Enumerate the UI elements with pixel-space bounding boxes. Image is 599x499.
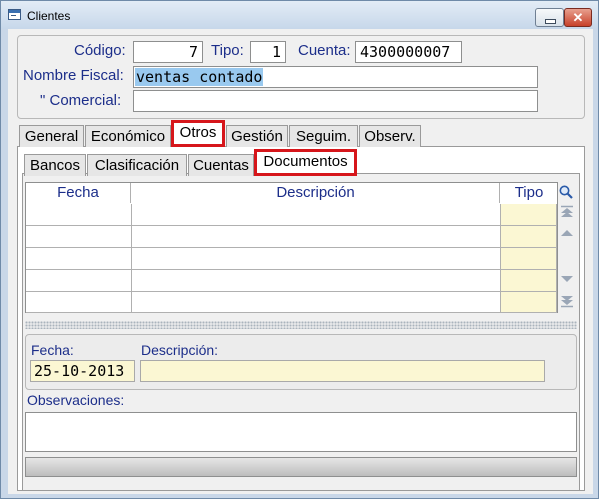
- documents-grid: Fecha Descripción Tipo: [25, 182, 558, 313]
- cell-descripcion[interactable]: [132, 270, 501, 292]
- search-icon[interactable]: [558, 184, 574, 200]
- cell-fecha[interactable]: [26, 292, 132, 313]
- tab-gestion[interactable]: Gestión: [226, 125, 288, 147]
- status-bar: [25, 457, 577, 477]
- clientes-window: Clientes ✕ Código: 7 Tipo: 1 Cuenta: 430…: [0, 0, 599, 499]
- tipo-label: Tipo:: [211, 42, 244, 59]
- fecha-label: Fecha:: [31, 342, 74, 358]
- form-body: Código: 7 Tipo: 1 Cuenta: 4300000007 Nom…: [8, 29, 593, 494]
- fecha-field[interactable]: 25-10-2013: [30, 360, 135, 382]
- header-group: Código: 7 Tipo: 1 Cuenta: 4300000007 Nom…: [17, 35, 585, 119]
- observaciones-label: Observaciones:: [27, 392, 125, 408]
- cell-fecha[interactable]: [26, 226, 132, 248]
- scroll-up-icon[interactable]: [560, 228, 574, 238]
- grid-header-descripcion[interactable]: Descripción: [132, 183, 500, 203]
- document-detail-group: Fecha: Descripción: 25-10-2013: [25, 334, 577, 390]
- cell-fecha[interactable]: [26, 204, 132, 226]
- grid-header-fecha[interactable]: Fecha: [26, 183, 131, 203]
- cell-tipo[interactable]: [501, 292, 557, 313]
- cell-descripcion[interactable]: [132, 248, 501, 270]
- nombre-fiscal-value: ventas contado: [135, 68, 264, 86]
- comercial-label: " Comercial:: [40, 92, 122, 109]
- tab-clasificacion[interactable]: Clasificación: [87, 154, 187, 176]
- tab-documentos[interactable]: Documentos: [254, 149, 357, 176]
- tab-seguim[interactable]: Seguim.: [289, 125, 358, 147]
- cuenta-field[interactable]: 4300000007: [355, 41, 462, 63]
- cell-tipo[interactable]: [501, 270, 557, 292]
- codigo-field[interactable]: 7: [133, 41, 203, 63]
- close-button[interactable]: ✕: [564, 8, 592, 27]
- observaciones-field[interactable]: [25, 412, 577, 452]
- descripcion-label: Descripción:: [141, 342, 219, 358]
- tab-general[interactable]: General: [19, 125, 84, 147]
- cell-fecha[interactable]: [26, 248, 132, 270]
- window-icon: [8, 9, 21, 20]
- cell-tipo[interactable]: [501, 248, 557, 270]
- nombre-fiscal-label: Nombre Fiscal:: [23, 67, 124, 84]
- scroll-bottom-icon[interactable]: [560, 294, 574, 308]
- window-title: Clientes: [27, 9, 71, 23]
- tab-cuentas[interactable]: Cuentas: [188, 154, 254, 176]
- tab-bancos[interactable]: Bancos: [24, 154, 86, 176]
- comercial-field[interactable]: [133, 90, 538, 112]
- codigo-label: Código:: [74, 42, 126, 59]
- cell-descripcion[interactable]: [132, 226, 501, 248]
- tipo-field[interactable]: 1: [250, 41, 286, 63]
- cell-descripcion[interactable]: [132, 204, 501, 226]
- scroll-top-icon[interactable]: [560, 205, 574, 219]
- descripcion-field[interactable]: [140, 360, 545, 382]
- close-icon: ✕: [572, 10, 584, 25]
- cell-fecha[interactable]: [26, 270, 132, 292]
- tab-economico[interactable]: Económico: [85, 125, 171, 147]
- splitter[interactable]: [25, 321, 577, 329]
- title-bar[interactable]: Clientes ✕: [1, 1, 598, 29]
- grid-header-tipo[interactable]: Tipo: [501, 183, 557, 203]
- nombre-fiscal-field[interactable]: ventas contado: [133, 66, 538, 88]
- scroll-down-icon[interactable]: [560, 274, 574, 284]
- cell-tipo[interactable]: [501, 226, 557, 248]
- tab-otros[interactable]: Otros: [171, 120, 225, 147]
- cell-tipo[interactable]: [501, 204, 557, 226]
- tab-observ[interactable]: Observ.: [359, 125, 421, 147]
- minimize-button[interactable]: [535, 8, 564, 27]
- cuenta-label: Cuenta:: [298, 42, 351, 59]
- cell-descripcion[interactable]: [132, 292, 501, 313]
